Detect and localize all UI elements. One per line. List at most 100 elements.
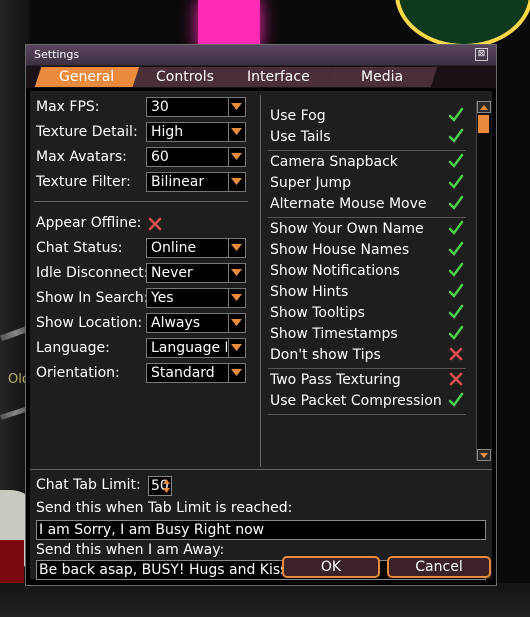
texture-detail-row: Texture Detail: High	[36, 122, 246, 142]
scroll-down-icon[interactable]	[477, 449, 491, 461]
scene-neon-light	[198, 0, 260, 50]
option-show-house-names[interactable]: Show House Names	[266, 241, 466, 262]
show-in-search-dropdown[interactable]: Yes	[146, 288, 246, 308]
chat-status-row: Chat Status: Online	[36, 238, 246, 258]
show-location-row: Show Location: Always	[36, 313, 246, 333]
chevron-down-icon[interactable]	[228, 239, 245, 257]
chevron-down-icon[interactable]	[228, 264, 245, 282]
options-scrollbar[interactable]	[476, 101, 491, 461]
check-icon[interactable]	[448, 107, 464, 123]
divider	[34, 201, 248, 202]
max-fps-label: Max FPS:	[36, 99, 100, 115]
option-two-pass-texturing[interactable]: Two Pass Texturing	[266, 371, 466, 392]
orientation-label: Orientation:	[36, 365, 120, 381]
orientation-dropdown[interactable]: Standard	[146, 363, 246, 383]
appear-offline-row: Appear Offline:	[36, 213, 246, 233]
option-show-timestamps[interactable]: Show Timestamps	[266, 325, 466, 346]
divider	[30, 469, 492, 470]
cancel-button[interactable]: Cancel	[387, 556, 491, 578]
chevron-down-icon[interactable]	[228, 289, 245, 307]
chat-status-label: Chat Status:	[36, 240, 123, 256]
chevron-down-icon[interactable]	[228, 123, 245, 141]
option-use-tails[interactable]: Use Tails	[266, 128, 466, 151]
chat-status-dropdown[interactable]: Online	[146, 238, 246, 258]
orientation-row: Orientation: Standard	[36, 363, 246, 383]
max-avatars-row: Max Avatars: 60	[36, 147, 246, 167]
check-icon[interactable]	[448, 262, 464, 278]
check-icon[interactable]	[448, 153, 464, 169]
divider	[268, 150, 466, 151]
idle-disconnect-label: Idle Disconnect:	[36, 265, 149, 281]
window-title: Settings	[34, 48, 80, 61]
texture-detail-dropdown[interactable]: High	[146, 122, 246, 142]
language-row: Language: Language F	[36, 338, 246, 358]
check-icon[interactable]	[448, 128, 464, 144]
tab-media[interactable]: Media	[326, 67, 438, 87]
idle-disconnect-dropdown[interactable]: Never	[146, 263, 246, 283]
max-avatars-dropdown[interactable]: 60	[146, 147, 246, 167]
cross-icon[interactable]	[448, 346, 464, 362]
cross-icon[interactable]	[148, 217, 162, 231]
settings-dialog: Settings ⊠ General Controls Interface Me…	[25, 44, 497, 586]
show-location-label: Show Location:	[36, 315, 143, 331]
divider	[268, 414, 466, 415]
tab-limit-message-field[interactable]: I am Sorry, I am Busy Right now	[36, 520, 486, 540]
show-in-search-row: Show In Search: Yes	[36, 288, 246, 308]
check-icon[interactable]	[448, 241, 464, 257]
close-icon[interactable]: ⊠	[475, 48, 488, 61]
tab-general[interactable]: General	[34, 67, 140, 87]
chevron-down-icon[interactable]	[228, 148, 245, 166]
tab-controls[interactable]: Controls	[132, 67, 238, 87]
check-icon[interactable]	[448, 325, 464, 341]
ok-button[interactable]: OK	[282, 556, 380, 578]
general-panel: Max FPS: 30 Texture Detail: High Max Ava…	[30, 91, 492, 580]
check-icon[interactable]	[448, 283, 464, 299]
language-label: Language:	[36, 340, 110, 356]
chevron-down-icon[interactable]	[228, 98, 245, 116]
option-super-jump[interactable]: Super Jump	[266, 174, 466, 195]
scroll-thumb[interactable]	[478, 115, 489, 133]
appear-offline-label: Appear Offline:	[36, 215, 142, 231]
show-in-search-label: Show In Search:	[36, 290, 149, 306]
chat-tab-limit-stepper[interactable]: 50	[148, 476, 172, 496]
show-location-dropdown[interactable]: Always	[146, 313, 246, 333]
option-show-your-own-name[interactable]: Show Your Own Name	[266, 220, 466, 241]
away-message-label: Send this when I am Away:	[36, 542, 225, 558]
max-fps-dropdown[interactable]: 30	[146, 97, 246, 117]
chevron-down-icon[interactable]	[228, 173, 245, 191]
check-icon[interactable]	[448, 304, 464, 320]
check-icon[interactable]	[448, 392, 464, 408]
chevron-down-icon[interactable]	[228, 339, 245, 357]
vertical-divider	[260, 95, 261, 467]
max-avatars-label: Max Avatars:	[36, 149, 127, 165]
option-show-hints[interactable]: Show Hints	[266, 283, 466, 304]
texture-filter-label: Texture Filter:	[36, 174, 131, 190]
option-use-packet-compression[interactable]: Use Packet Compression	[266, 392, 466, 415]
scene-floor	[0, 583, 530, 617]
divider	[268, 217, 466, 218]
check-icon[interactable]	[448, 174, 464, 190]
texture-filter-dropdown[interactable]: Bilinear	[146, 172, 246, 192]
tab-bar: General Controls Interface Media	[26, 66, 496, 88]
option-dont-show-tips[interactable]: Don't show Tips	[266, 346, 466, 369]
option-use-fog[interactable]: Use Fog	[266, 107, 466, 128]
texture-detail-label: Texture Detail:	[36, 124, 138, 140]
chat-tab-limit-label: Chat Tab Limit:	[36, 477, 141, 493]
max-fps-row: Max FPS: 30	[36, 97, 246, 117]
chevron-down-icon[interactable]	[228, 314, 245, 332]
cross-icon[interactable]	[448, 371, 464, 387]
options-list: Use Fog Use Tails Camera Snapback Super …	[266, 103, 476, 466]
option-show-tooltips[interactable]: Show Tooltips	[266, 304, 466, 325]
option-camera-snapback[interactable]: Camera Snapback	[266, 153, 466, 174]
check-icon[interactable]	[448, 220, 464, 236]
stepper-arrows-icon[interactable]	[163, 478, 170, 494]
chevron-down-icon[interactable]	[228, 364, 245, 382]
check-icon[interactable]	[448, 195, 464, 211]
language-dropdown[interactable]: Language F	[146, 338, 246, 358]
divider	[268, 368, 466, 369]
scroll-up-icon[interactable]	[477, 101, 491, 113]
title-bar[interactable]: Settings ⊠	[26, 45, 496, 66]
option-show-notifications[interactable]: Show Notifications	[266, 262, 466, 283]
tab-interface[interactable]: Interface	[222, 67, 334, 87]
option-alternate-mouse-move[interactable]: Alternate Mouse Move	[266, 195, 466, 218]
